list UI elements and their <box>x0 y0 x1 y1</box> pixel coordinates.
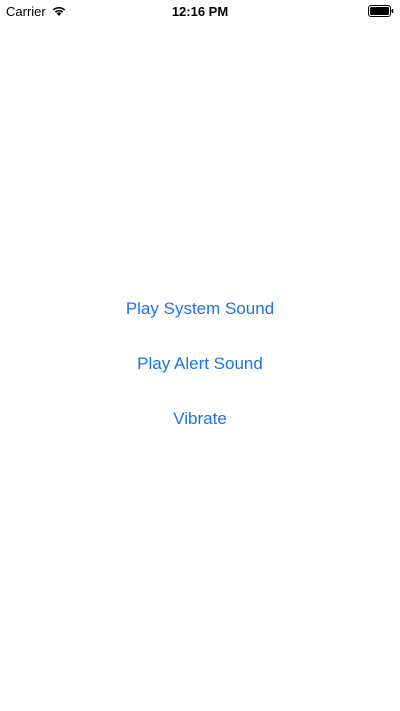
status-time: 12:16 PM <box>171 3 229 19</box>
vibrate-button[interactable]: Vibrate <box>0 409 400 429</box>
play-system-sound-button[interactable]: Play System Sound <box>0 299 400 319</box>
play-alert-sound-button[interactable]: Play Alert Sound <box>0 354 400 374</box>
status-bar: Carrier 12:16 PM <box>0 0 400 22</box>
app-screen: Carrier 12:16 PM Play System Sound Play … <box>0 0 400 711</box>
